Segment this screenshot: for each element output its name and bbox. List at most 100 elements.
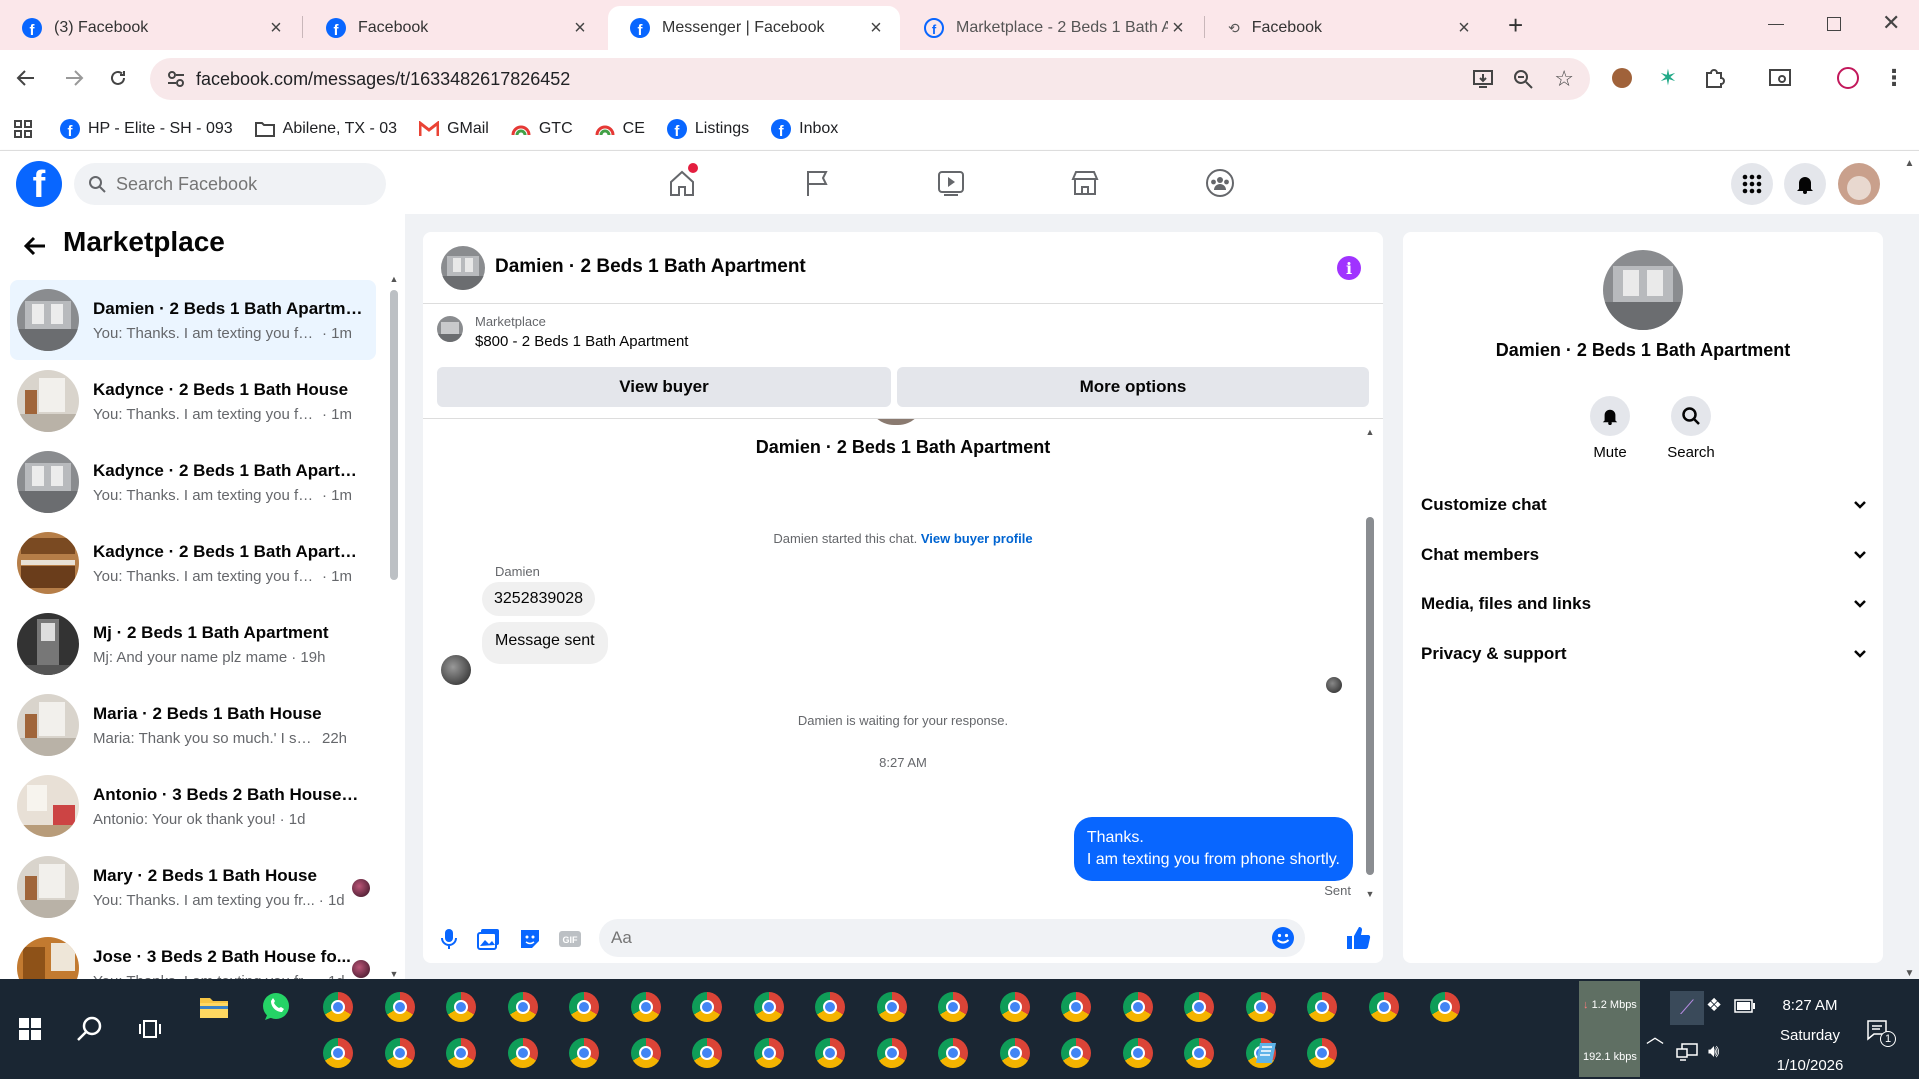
watch-video-icon[interactable] bbox=[931, 165, 971, 201]
mute-action[interactable]: Mute bbox=[1575, 396, 1645, 461]
message-input[interactable] bbox=[611, 928, 1251, 948]
back-arrow-icon[interactable] bbox=[24, 236, 46, 256]
chrome-profile-icon[interactable] bbox=[566, 989, 602, 1025]
show-hidden-icons-chevron[interactable]: ︿ bbox=[1646, 1023, 1664, 1049]
windows-start-icon[interactable] bbox=[12, 1011, 48, 1047]
dropbox-icon[interactable]: ❖ bbox=[1706, 995, 1722, 1016]
conversation-item[interactable]: Kadynce · 2 Beds 1 Bath Apartm... You: Th… bbox=[10, 442, 376, 522]
home-nav-icon[interactable] bbox=[662, 163, 702, 201]
bookmark-star-icon[interactable]: ☆ bbox=[1554, 66, 1574, 92]
chrome-profile-icon[interactable] bbox=[751, 989, 787, 1025]
whatsapp-icon[interactable] bbox=[258, 989, 294, 1025]
facebook-search[interactable] bbox=[74, 163, 386, 205]
action-center-icon[interactable]: 1 bbox=[1866, 1019, 1896, 1047]
incoming-message[interactable]: Message sent bbox=[482, 622, 608, 664]
extensions-puzzle-icon[interactable] bbox=[1702, 66, 1726, 90]
new-tab-button[interactable]: + bbox=[1508, 10, 1523, 41]
chrome-profile-icon[interactable] bbox=[1181, 1035, 1217, 1071]
apps-grid-icon[interactable] bbox=[14, 120, 32, 138]
conversation-item[interactable]: Kadynce · 2 Beds 1 Bath House You: Thanks… bbox=[10, 361, 376, 441]
install-icon[interactable] bbox=[1472, 68, 1494, 90]
chrome-profile-icon[interactable] bbox=[320, 1035, 356, 1071]
conversation-item[interactable]: Damien · 2 Beds 1 Bath Apartme... You: Th… bbox=[10, 280, 376, 360]
zoom-icon[interactable] bbox=[1512, 68, 1534, 90]
microphone-icon[interactable] bbox=[437, 927, 461, 951]
chrome-menu-icon[interactable]: ⋮ bbox=[1882, 65, 1906, 90]
sender-avatar[interactable] bbox=[441, 655, 471, 685]
chrome-profile-icon[interactable] bbox=[751, 1035, 787, 1071]
feather-tray-icon[interactable]: ⟋ bbox=[1670, 991, 1704, 1025]
chrome-profile-icon[interactable] bbox=[1058, 989, 1094, 1025]
chrome-profile-icon[interactable] bbox=[1058, 1035, 1094, 1071]
site-info-icon[interactable] bbox=[166, 69, 186, 89]
bookmark-item[interactable]: f Listings bbox=[666, 119, 749, 139]
address-bar[interactable]: facebook.com/messages/t/1633482617826452… bbox=[150, 58, 1590, 100]
conversation-item[interactable]: Mary · 2 Beds 1 Bath House You: Thanks. I… bbox=[10, 847, 376, 927]
back-button[interactable] bbox=[14, 66, 38, 90]
marketplace-store-icon[interactable] bbox=[1065, 165, 1105, 201]
chrome-profile-icon[interactable] bbox=[505, 989, 541, 1025]
groups-icon[interactable] bbox=[1200, 165, 1240, 201]
cookie-extension-icon[interactable] bbox=[1610, 66, 1634, 90]
notepad-icon[interactable] bbox=[1250, 1035, 1286, 1071]
conversation-item[interactable]: Antonio · 3 Beds 2 Bath House f... Antoni… bbox=[10, 766, 376, 846]
minimize-button[interactable] bbox=[1768, 24, 1784, 25]
thumbs-up-like-icon[interactable] bbox=[1345, 925, 1371, 949]
chrome-profile-icon[interactable] bbox=[1120, 989, 1156, 1025]
conversation-item[interactable]: Mj · 2 Beds 1 Bath Apartment Mj: And your… bbox=[10, 604, 376, 684]
chrome-profile-icon[interactable] bbox=[874, 989, 910, 1025]
chrome-profile-icon[interactable] bbox=[935, 1035, 971, 1071]
chrome-profile-icon[interactable] bbox=[320, 989, 356, 1025]
chat-members-section[interactable]: Chat members bbox=[1421, 545, 1867, 565]
file-explorer-icon[interactable] bbox=[196, 989, 232, 1025]
page-scrollbar[interactable]: ▲ ▼ bbox=[1900, 158, 1919, 979]
task-view-icon[interactable] bbox=[132, 1011, 168, 1047]
menu-grid-button[interactable] bbox=[1731, 163, 1773, 205]
chrome-profile-icon[interactable] bbox=[1181, 989, 1217, 1025]
browser-tab-active[interactable]: f Messenger | Facebook × bbox=[608, 6, 900, 50]
bookmark-item[interactable]: CE bbox=[595, 120, 645, 138]
browser-tab[interactable]: f Facebook × bbox=[304, 6, 604, 50]
sticker-icon[interactable] bbox=[518, 927, 542, 951]
conversation-item[interactable]: Maria · 2 Beds 1 Bath House Maria: Thank … bbox=[10, 685, 376, 765]
clock[interactable]: 8:27 AM Saturday 1/10/2026 bbox=[1760, 991, 1860, 1081]
close-tab-icon[interactable]: × bbox=[266, 17, 286, 40]
bookmark-item[interactable]: f Inbox bbox=[771, 119, 838, 139]
chrome-profile-icon[interactable] bbox=[628, 989, 664, 1025]
chrome-profile-icon[interactable] bbox=[689, 1035, 725, 1071]
chrome-profile-icon[interactable] bbox=[1304, 989, 1340, 1025]
gallery-icon[interactable] bbox=[477, 927, 501, 951]
chrome-profile-icon[interactable] bbox=[382, 989, 418, 1025]
emoji-icon[interactable] bbox=[1271, 926, 1295, 950]
view-buyer-button[interactable]: View buyer bbox=[437, 367, 891, 407]
close-window-button[interactable]: ✕ bbox=[1882, 10, 1900, 36]
gif-icon[interactable]: GIF bbox=[558, 927, 582, 951]
chrome-profile-icon[interactable] bbox=[1304, 1035, 1340, 1071]
chrome-profile-icon[interactable] bbox=[1427, 989, 1463, 1025]
customize-chat-section[interactable]: Customize chat bbox=[1421, 495, 1867, 515]
chrome-profile-icon[interactable] bbox=[935, 989, 971, 1025]
tab-search-icon[interactable] bbox=[1768, 66, 1792, 90]
browser-tab[interactable]: f Marketplace - 2 Beds 1 Bath Ap × bbox=[902, 6, 1202, 50]
chrome-profile-icon[interactable] bbox=[628, 1035, 664, 1071]
search-icon[interactable] bbox=[72, 1011, 108, 1047]
search-action[interactable]: Search bbox=[1656, 396, 1726, 461]
volume-icon[interactable]: 🔊︎ bbox=[1708, 1041, 1719, 1062]
search-input[interactable] bbox=[116, 173, 356, 195]
details-avatar[interactable] bbox=[1603, 250, 1683, 330]
account-avatar[interactable] bbox=[1838, 163, 1880, 205]
close-tab-icon[interactable]: × bbox=[1168, 17, 1188, 40]
chrome-profile-icon[interactable] bbox=[505, 1035, 541, 1071]
outgoing-message[interactable]: Thanks. I am texting you from phone shor… bbox=[1073, 817, 1353, 881]
chrome-profile-icon[interactable] bbox=[1366, 989, 1402, 1025]
thread-scrollbar[interactable]: ▲ ▼ bbox=[1363, 427, 1377, 899]
info-icon[interactable]: i bbox=[1337, 256, 1361, 280]
chrome-profile-icon[interactable] bbox=[812, 1035, 848, 1071]
chrome-profile-icon[interactable] bbox=[382, 1035, 418, 1071]
notifications-bell-button[interactable] bbox=[1784, 163, 1826, 205]
media-files-links-section[interactable]: Media, files and links bbox=[1421, 594, 1867, 614]
chrome-profile-icon[interactable] bbox=[566, 1035, 602, 1071]
more-options-button[interactable]: More options bbox=[897, 367, 1369, 407]
bookmark-item[interactable]: f HP - Elite - SH - 093 bbox=[60, 119, 233, 139]
chrome-profile-icon[interactable] bbox=[997, 989, 1033, 1025]
